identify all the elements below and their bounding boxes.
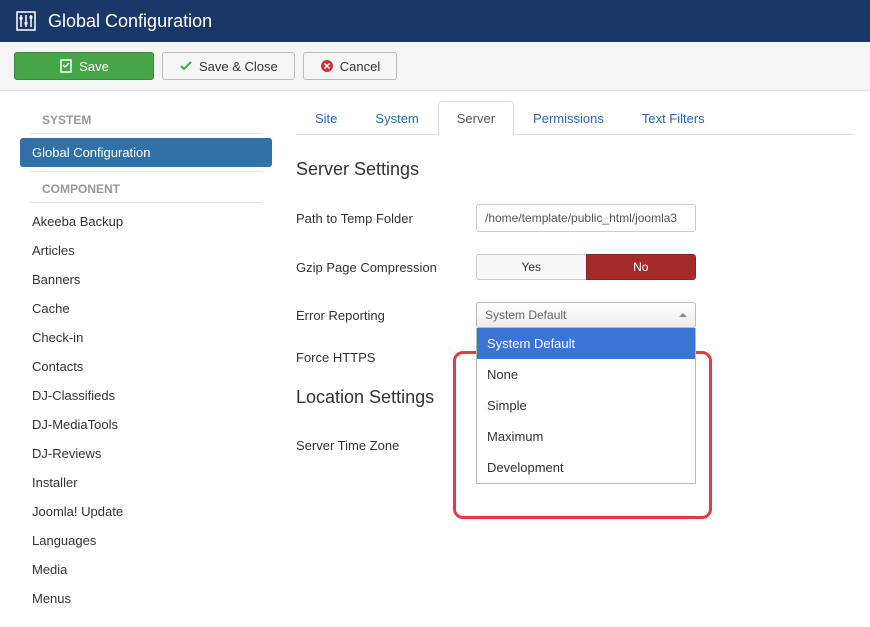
option-none[interactable]: None bbox=[477, 359, 695, 390]
sidebar-item-djreviews[interactable]: DJ-Reviews bbox=[20, 439, 272, 468]
field-path-tmp: Path to Temp Folder bbox=[296, 204, 854, 232]
sliders-icon bbox=[16, 11, 36, 31]
sidebar-group-system: SYSTEM bbox=[30, 107, 262, 134]
tab-server[interactable]: Server bbox=[438, 101, 514, 135]
sidebar-item-djclassifieds[interactable]: DJ-Classifieds bbox=[20, 381, 272, 410]
tab-permissions[interactable]: Permissions bbox=[514, 101, 623, 135]
tab-textfilters[interactable]: Text Filters bbox=[623, 101, 724, 135]
tabs: Site System Server Permissions Text Filt… bbox=[296, 101, 854, 135]
gzip-no[interactable]: No bbox=[586, 254, 697, 280]
cancel-button[interactable]: Cancel bbox=[303, 52, 397, 80]
field-gzip: Gzip Page Compression Yes No bbox=[296, 254, 854, 280]
label-timezone: Server Time Zone bbox=[296, 438, 476, 453]
select-error-reporting[interactable]: System Default bbox=[476, 302, 696, 328]
divider bbox=[30, 171, 262, 172]
option-development[interactable]: Development bbox=[477, 452, 695, 483]
save-button[interactable]: Save bbox=[14, 52, 154, 80]
header: Global Configuration bbox=[0, 0, 870, 42]
check-icon bbox=[179, 59, 193, 73]
section-server-settings: Server Settings bbox=[296, 159, 854, 180]
sidebar-item-contacts[interactable]: Contacts bbox=[20, 352, 272, 381]
save-label: Save bbox=[79, 59, 109, 74]
input-path-tmp[interactable] bbox=[476, 204, 696, 232]
option-simple[interactable]: Simple bbox=[477, 390, 695, 421]
sidebar-item-menus[interactable]: Menus bbox=[20, 584, 272, 613]
option-system-default[interactable]: System Default bbox=[477, 328, 695, 359]
sidebar-item-media[interactable]: Media bbox=[20, 555, 272, 584]
main-content: Site System Server Permissions Text Filt… bbox=[280, 91, 870, 627]
tab-site[interactable]: Site bbox=[296, 101, 356, 135]
error-reporting-dropdown: System Default None Simple Maximum Devel… bbox=[476, 328, 696, 484]
sidebar-item-articles[interactable]: Articles bbox=[20, 236, 272, 265]
label-error-reporting: Error Reporting bbox=[296, 308, 476, 323]
save-close-label: Save & Close bbox=[199, 59, 278, 74]
sidebar-item-cache[interactable]: Cache bbox=[20, 294, 272, 323]
sidebar-item-checkin[interactable]: Check-in bbox=[20, 323, 272, 352]
sidebar-item-djmediatools[interactable]: DJ-MediaTools bbox=[20, 410, 272, 439]
sidebar-group-component: COMPONENT bbox=[30, 176, 262, 203]
label-path-tmp: Path to Temp Folder bbox=[296, 211, 476, 226]
sidebar-item-global-config[interactable]: Global Configuration bbox=[20, 138, 272, 167]
sidebar: SYSTEM Global Configuration COMPONENT Ak… bbox=[0, 91, 280, 627]
tab-system[interactable]: System bbox=[356, 101, 437, 135]
label-force-https: Force HTTPS bbox=[296, 350, 476, 365]
save-close-button[interactable]: Save & Close bbox=[162, 52, 295, 80]
page-title: Global Configuration bbox=[48, 11, 212, 32]
sidebar-item-banners[interactable]: Banners bbox=[20, 265, 272, 294]
option-maximum[interactable]: Maximum bbox=[477, 421, 695, 452]
sidebar-item-akeeba[interactable]: Akeeba Backup bbox=[20, 207, 272, 236]
sidebar-item-languages[interactable]: Languages bbox=[20, 526, 272, 555]
cancel-label: Cancel bbox=[340, 59, 380, 74]
label-gzip: Gzip Page Compression bbox=[296, 260, 476, 275]
apply-icon bbox=[59, 59, 73, 73]
sidebar-item-joomlaupdate[interactable]: Joomla! Update bbox=[20, 497, 272, 526]
toolbar: Save Save & Close Cancel bbox=[0, 42, 870, 91]
field-error-reporting: Error Reporting System Default System De… bbox=[296, 302, 854, 328]
gzip-yes[interactable]: Yes bbox=[476, 254, 586, 280]
gzip-radio-group: Yes No bbox=[476, 254, 696, 280]
sidebar-item-installer[interactable]: Installer bbox=[20, 468, 272, 497]
cancel-icon bbox=[320, 59, 334, 73]
